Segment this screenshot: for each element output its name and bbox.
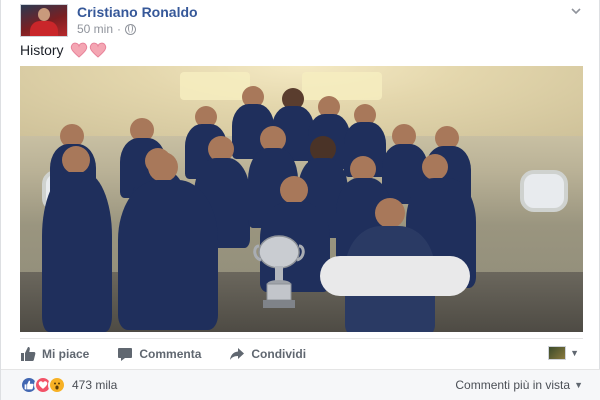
comment-sort-dropdown[interactable]: Commenti più in vista ▼ — [455, 378, 583, 392]
globe-icon[interactable] — [125, 23, 137, 35]
meta-separator: · — [117, 22, 122, 36]
share-arrow-icon — [230, 347, 245, 360]
comment-icon — [118, 347, 133, 361]
post-timestamp[interactable]: 50 min — [77, 22, 113, 36]
like-button[interactable]: Mi piace — [20, 346, 89, 362]
thumbs-up-icon — [21, 346, 36, 361]
caret-down-icon: ▼ — [574, 380, 583, 390]
post-as-selector[interactable]: ▼ — [548, 346, 579, 360]
comment-button[interactable]: Commenta — [117, 346, 201, 362]
post-options-chevron-icon[interactable] — [569, 4, 583, 18]
author-avatar[interactable] — [20, 4, 68, 37]
page-avatar — [548, 346, 567, 360]
wow-reaction-icon — [48, 376, 66, 394]
share-button[interactable]: Condividi — [229, 346, 306, 362]
caret-down-icon: ▼ — [570, 348, 579, 358]
post-text-content: History — [20, 42, 64, 58]
reaction-icons[interactable] — [20, 376, 66, 394]
reaction-count[interactable]: 473 mila — [72, 378, 117, 392]
post-action-bar: Mi piace Commenta Condividi ▼ — [20, 338, 583, 368]
post-meta: 50 min · — [77, 22, 137, 36]
post-text: History — [20, 42, 107, 58]
share-label: Condividi — [251, 346, 307, 361]
post-photo[interactable] — [20, 66, 583, 332]
author-name[interactable]: Cristiano Ronaldo — [77, 4, 198, 20]
like-label: Mi piace — [42, 346, 90, 361]
trophy-icon — [253, 235, 305, 308]
two-hearts-icon — [70, 42, 107, 58]
comment-sort-label: Commenti più in vista — [455, 378, 571, 392]
comment-label: Commenta — [139, 346, 202, 361]
facebook-post: Cristiano Ronaldo 50 min · History Mi pi… — [0, 0, 600, 400]
reactions-footer: 473 mila Commenti più in vista ▼ — [1, 369, 600, 400]
